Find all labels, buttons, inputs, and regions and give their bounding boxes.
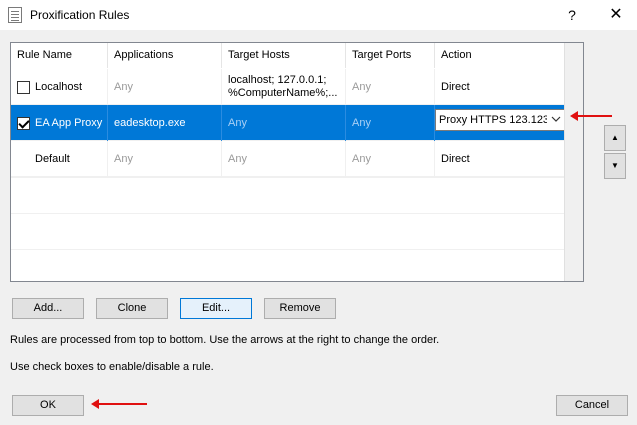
triangle-down-icon: ▼ bbox=[611, 161, 619, 170]
help-button[interactable]: ? bbox=[562, 5, 582, 25]
ok-button[interactable]: OK bbox=[12, 395, 84, 416]
add-button[interactable]: Add... bbox=[12, 298, 84, 319]
checkbox-info-text: Use check boxes to enable/disable a rule… bbox=[10, 361, 214, 373]
applications-cell: Any bbox=[108, 69, 222, 105]
empty-row-line bbox=[11, 249, 565, 250]
cancel-button[interactable]: Cancel bbox=[556, 395, 628, 416]
order-info-text: Rules are processed from top to bottom. … bbox=[10, 334, 440, 346]
empty-row-line bbox=[11, 177, 565, 178]
close-button[interactable]: ✕ bbox=[604, 5, 628, 25]
enable-rule-checkbox[interactable] bbox=[17, 116, 30, 130]
rule-name-cell: Default bbox=[11, 141, 108, 177]
table-row[interactable]: Localhost Any localhost; 127.0.0.1; %Com… bbox=[11, 69, 565, 105]
remove-button[interactable]: Remove bbox=[264, 298, 336, 319]
annotation-arrow bbox=[91, 399, 147, 409]
target-hosts-line: localhost; 127.0.0.1; bbox=[228, 74, 327, 86]
edit-button[interactable]: Edit... bbox=[180, 298, 252, 319]
enable-rule-checkbox[interactable] bbox=[17, 80, 30, 94]
chevron-down-icon[interactable] bbox=[547, 110, 565, 130]
window-title: Proxification Rules bbox=[30, 8, 130, 22]
column-header-target-hosts[interactable]: Target Hosts bbox=[222, 43, 346, 68]
target-ports-cell: Any bbox=[346, 141, 435, 177]
move-up-button[interactable]: ▲ bbox=[604, 125, 626, 151]
table-row[interactable]: Default Any Any Any Direct bbox=[11, 141, 565, 177]
triangle-up-icon: ▲ bbox=[611, 133, 619, 142]
applications-cell: Any bbox=[108, 141, 222, 177]
target-hosts-line: %ComputerName%;... bbox=[228, 87, 338, 99]
action-cell: Direct bbox=[435, 141, 565, 177]
action-cell: Direct bbox=[435, 69, 565, 105]
rule-name: Localhost bbox=[35, 81, 83, 93]
target-ports-cell: Any bbox=[346, 69, 435, 105]
clone-button[interactable]: Clone bbox=[96, 298, 168, 319]
applications-cell: eadesktop.exe bbox=[108, 105, 222, 141]
target-hosts-cell: Any bbox=[222, 141, 346, 177]
action-dropdown[interactable]: Proxy HTTPS 123.123 bbox=[435, 109, 566, 131]
empty-row-line bbox=[11, 213, 565, 214]
table-scrollbar[interactable] bbox=[564, 43, 583, 281]
rules-table: Rule Name Applications Target Hosts Targ… bbox=[10, 42, 584, 282]
column-header-action[interactable]: Action bbox=[435, 43, 565, 68]
rules-window-icon bbox=[8, 7, 22, 23]
column-header-rule-name[interactable]: Rule Name bbox=[11, 43, 108, 68]
column-header-applications[interactable]: Applications bbox=[108, 43, 222, 68]
target-hosts-cell: Any bbox=[222, 105, 346, 141]
target-ports-cell: Any bbox=[346, 105, 435, 141]
target-hosts-cell: localhost; 127.0.0.1; %ComputerName%;... bbox=[222, 69, 346, 105]
move-down-button[interactable]: ▼ bbox=[604, 153, 626, 179]
annotation-arrow bbox=[570, 111, 612, 121]
column-header-target-ports[interactable]: Target Ports bbox=[346, 43, 435, 68]
action-dropdown-value: Proxy HTTPS 123.123 bbox=[439, 114, 550, 126]
rule-name-cell: EA App Proxy bbox=[11, 105, 108, 141]
rule-name-cell: Localhost bbox=[11, 69, 108, 105]
rule-name: EA App Proxy bbox=[35, 117, 103, 129]
table-row-selected[interactable]: EA App Proxy eadesktop.exe Any Any Proxy… bbox=[11, 105, 566, 141]
title-bar: Proxification Rules ? ✕ bbox=[0, 0, 637, 30]
